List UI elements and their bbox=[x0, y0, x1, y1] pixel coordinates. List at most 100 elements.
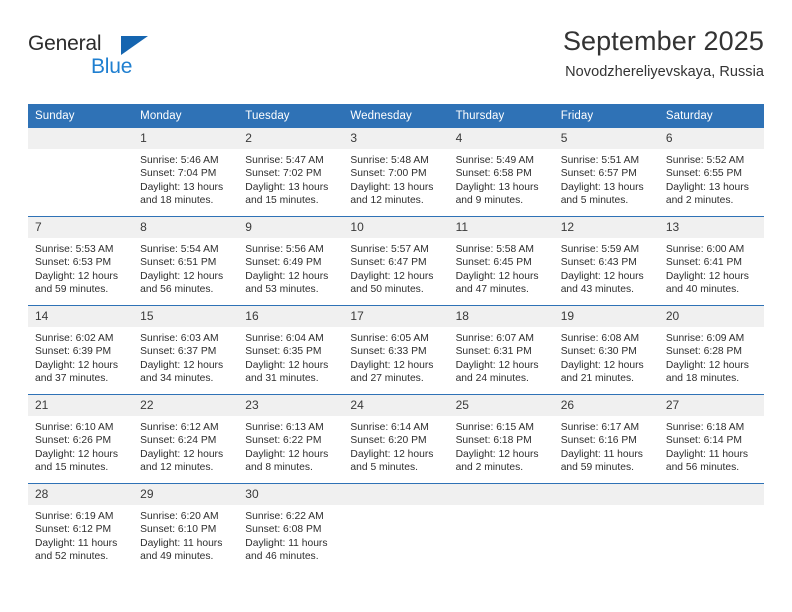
calendar-week-row: 28 Sunrise: 6:19 AM Sunset: 6:12 PM Dayligh… bbox=[28, 483, 764, 572]
calendar-day-cell[interactable]: 25 Sunrise: 6:15 AM Sunset: 6:18 PM Dayligh… bbox=[448, 394, 554, 484]
daylight-text-line2: and 2 minutes. bbox=[455, 462, 524, 474]
calendar-day-cell[interactable]: 16 Sunrise: 6:04 AM Sunset: 6:35 PM Dayligh… bbox=[238, 305, 344, 395]
calendar-day-cell[interactable]: 29 Sunrise: 6:20 AM Sunset: 6:10 PM Dayligh… bbox=[133, 483, 239, 572]
day-number: 17 bbox=[343, 306, 449, 327]
weekday-header-monday: Monday bbox=[133, 104, 239, 128]
calendar-day-cell[interactable]: 8 Sunrise: 5:54 AM Sunset: 6:51 PM Daylight… bbox=[133, 216, 239, 306]
sunset-text: Sunset: 6:37 PM bbox=[140, 346, 217, 358]
sunrise-text: Sunrise: 6:20 AM bbox=[140, 511, 219, 522]
calendar-day-cell[interactable]: 10 Sunrise: 5:57 AM Sunset: 6:47 PM Dayligh… bbox=[343, 216, 449, 306]
calendar-header-row: Sunday Monday Tuesday Wednesday Thursday… bbox=[28, 104, 764, 128]
day-number: 4 bbox=[448, 128, 554, 149]
daylight-text-line2: and 5 minutes. bbox=[350, 462, 418, 474]
calendar-day-cell[interactable]: 1 Sunrise: 5:46 AM Sunset: 7:04 PM Daylight… bbox=[133, 127, 239, 217]
calendar-day-cell[interactable]: 28 Sunrise: 6:19 AM Sunset: 6:12 PM Dayligh… bbox=[28, 483, 134, 572]
sunrise-text: Sunrise: 6:17 AM bbox=[560, 422, 640, 433]
weekday-header-tuesday: Tuesday bbox=[238, 104, 344, 128]
daylight-text-line1: Daylight: 13 hours bbox=[560, 181, 644, 193]
calendar-day-cell[interactable]: 18 Sunrise: 6:07 AM Sunset: 6:31 PM Dayligh… bbox=[448, 305, 554, 395]
day-number: 10 bbox=[343, 217, 449, 238]
day-details: Sunrise: 5:51 AM Sunset: 6:57 PM Daylight:… bbox=[554, 149, 659, 208]
calendar-day-cell[interactable]: 24 Sunrise: 6:14 AM Sunset: 6:20 PM Dayligh… bbox=[343, 394, 449, 484]
daylight-text-line2: and 34 minutes. bbox=[140, 373, 214, 385]
sunrise-text: Sunrise: 6:05 AM bbox=[350, 333, 429, 344]
day-details: Sunrise: 6:00 AM Sunset: 6:41 PM Daylight:… bbox=[659, 238, 764, 297]
day-number: 14 bbox=[28, 306, 134, 327]
daylight-text-line2: and 50 minutes. bbox=[350, 284, 424, 296]
calendar-day-cell[interactable]: 7 Sunrise: 5:53 AM Sunset: 6:53 PM Daylight… bbox=[28, 216, 134, 306]
daylight-text-line1: Daylight: 12 hours bbox=[665, 270, 749, 282]
daylight-text-line2: and 40 minutes. bbox=[665, 284, 740, 296]
calendar-day-cell[interactable]: 12 Sunrise: 5:59 AM Sunset: 6:43 PM Dayligh… bbox=[553, 216, 659, 306]
daylight-text-line2: and 46 minutes. bbox=[245, 551, 319, 563]
daylight-text-line1: Daylight: 12 hours bbox=[455, 359, 539, 371]
daylight-text-line2: and 5 minutes. bbox=[560, 195, 629, 207]
sunset-text: Sunset: 6:58 PM bbox=[455, 168, 532, 180]
calendar-day-cell[interactable]: 26 Sunrise: 6:17 AM Sunset: 6:16 PM Dayligh… bbox=[553, 394, 659, 484]
sunset-text: Sunset: 6:45 PM bbox=[455, 257, 532, 269]
page-header: General Blue September 2025 Novodzhereli… bbox=[28, 24, 764, 94]
day-number: 9 bbox=[238, 217, 344, 238]
calendar-day-cell[interactable]: 17 Sunrise: 6:05 AM Sunset: 6:33 PM Dayligh… bbox=[343, 305, 449, 395]
daylight-text-line2: and 43 minutes. bbox=[560, 284, 634, 296]
calendar-day-cell[interactable]: 5 Sunrise: 5:51 AM Sunset: 6:57 PM Daylight… bbox=[553, 127, 659, 217]
sunrise-text: Sunrise: 5:54 AM bbox=[140, 244, 219, 255]
sunset-text: Sunset: 6:41 PM bbox=[665, 257, 742, 269]
day-details: Sunrise: 5:56 AM Sunset: 6:49 PM Daylight:… bbox=[238, 238, 343, 297]
page-subtitle-location: Novodzhereliyevskaya, Russia bbox=[565, 64, 764, 80]
calendar-day-cell[interactable]: 15 Sunrise: 6:03 AM Sunset: 6:37 PM Dayligh… bbox=[133, 305, 239, 395]
calendar-day-cell[interactable]: 9 Sunrise: 5:56 AM Sunset: 6:49 PM Daylight… bbox=[238, 216, 344, 306]
calendar-day-cell[interactable]: 21 Sunrise: 6:10 AM Sunset: 6:26 PM Dayligh… bbox=[28, 394, 134, 484]
sunrise-text: Sunrise: 5:56 AM bbox=[245, 244, 324, 255]
calendar-day-cell[interactable]: 14 Sunrise: 6:02 AM Sunset: 6:39 PM Dayligh… bbox=[28, 305, 134, 395]
calendar-day-cell[interactable]: 19 Sunrise: 6:08 AM Sunset: 6:30 PM Dayligh… bbox=[553, 305, 659, 395]
day-number: 18 bbox=[448, 306, 554, 327]
general-blue-logo[interactable]: General Blue bbox=[28, 32, 178, 84]
daylight-text-line2: and 12 minutes. bbox=[350, 195, 424, 207]
sunrise-text: Sunrise: 6:19 AM bbox=[35, 511, 114, 522]
day-number bbox=[448, 484, 554, 505]
sunset-text: Sunset: 7:02 PM bbox=[245, 168, 322, 180]
daylight-text-line2: and 49 minutes. bbox=[140, 551, 214, 563]
sunrise-text: Sunrise: 6:09 AM bbox=[665, 333, 745, 344]
calendar-day-cell[interactable]: 20 Sunrise: 6:09 AM Sunset: 6:28 PM Dayligh… bbox=[658, 305, 764, 395]
calendar-day-cell[interactable]: 6 Sunrise: 5:52 AM Sunset: 6:55 PM Daylight… bbox=[658, 127, 764, 217]
day-number: 12 bbox=[553, 217, 659, 238]
calendar-day-cell[interactable]: 13 Sunrise: 6:00 AM Sunset: 6:41 PM Dayligh… bbox=[658, 216, 764, 306]
daylight-text-line1: Daylight: 12 hours bbox=[350, 270, 434, 282]
calendar-day-cell[interactable]: 27 Sunrise: 6:18 AM Sunset: 6:14 PM Dayligh… bbox=[658, 394, 764, 484]
day-number: 24 bbox=[343, 395, 449, 416]
calendar-day-cell[interactable]: 22 Sunrise: 6:12 AM Sunset: 6:24 PM Dayligh… bbox=[133, 394, 239, 484]
sunset-text: Sunset: 6:22 PM bbox=[245, 435, 322, 447]
day-details: Sunrise: 5:48 AM Sunset: 7:00 PM Daylight:… bbox=[343, 149, 448, 208]
daylight-text-line2: and 15 minutes. bbox=[245, 195, 319, 207]
calendar-day-cell[interactable]: 30 Sunrise: 6:22 AM Sunset: 6:08 PM Dayligh… bbox=[238, 483, 344, 572]
sunset-text: Sunset: 6:53 PM bbox=[35, 257, 112, 269]
calendar-day-cell[interactable]: 2 Sunrise: 5:47 AM Sunset: 7:02 PM Daylight… bbox=[238, 127, 344, 217]
calendar-day-cell[interactable]: 4 Sunrise: 5:49 AM Sunset: 6:58 PM Daylight… bbox=[448, 127, 554, 217]
day-details: Sunrise: 6:15 AM Sunset: 6:18 PM Daylight:… bbox=[449, 416, 554, 475]
daylight-text-line1: Daylight: 13 hours bbox=[350, 181, 434, 193]
sunrise-text: Sunrise: 6:12 AM bbox=[140, 422, 219, 433]
weekday-header-sunday: Sunday bbox=[28, 104, 134, 128]
sunrise-text: Sunrise: 5:47 AM bbox=[245, 155, 324, 166]
sunset-text: Sunset: 6:10 PM bbox=[140, 524, 217, 536]
calendar-day-cell[interactable]: 23 Sunrise: 6:13 AM Sunset: 6:22 PM Dayligh… bbox=[238, 394, 344, 484]
calendar-day-cell-empty bbox=[448, 483, 554, 572]
sunset-text: Sunset: 6:35 PM bbox=[245, 346, 322, 358]
calendar-week-row: 21 Sunrise: 6:10 AM Sunset: 6:26 PM Dayligh… bbox=[28, 394, 764, 484]
day-details: Sunrise: 5:53 AM Sunset: 6:53 PM Daylight:… bbox=[28, 238, 133, 297]
page-title: September 2025 bbox=[562, 26, 764, 56]
daylight-text-line2: and 59 minutes. bbox=[560, 462, 634, 474]
daylight-text-line2: and 53 minutes. bbox=[245, 284, 319, 296]
calendar-day-cell[interactable]: 3 Sunrise: 5:48 AM Sunset: 7:00 PM Daylight… bbox=[343, 127, 449, 217]
day-details: Sunrise: 6:09 AM Sunset: 6:28 PM Daylight:… bbox=[659, 327, 764, 386]
day-details: Sunrise: 6:13 AM Sunset: 6:22 PM Daylight:… bbox=[238, 416, 343, 475]
daylight-text-line1: Daylight: 12 hours bbox=[140, 359, 224, 371]
day-number bbox=[343, 484, 449, 505]
daylight-text-line1: Daylight: 12 hours bbox=[35, 270, 118, 282]
day-details: Sunrise: 6:19 AM Sunset: 6:12 PM Daylight:… bbox=[28, 505, 133, 564]
sunrise-text: Sunrise: 6:00 AM bbox=[665, 244, 745, 255]
sunset-text: Sunset: 6:12 PM bbox=[35, 524, 112, 536]
calendar-day-cell[interactable]: 11 Sunrise: 5:58 AM Sunset: 6:45 PM Dayligh… bbox=[448, 216, 554, 306]
